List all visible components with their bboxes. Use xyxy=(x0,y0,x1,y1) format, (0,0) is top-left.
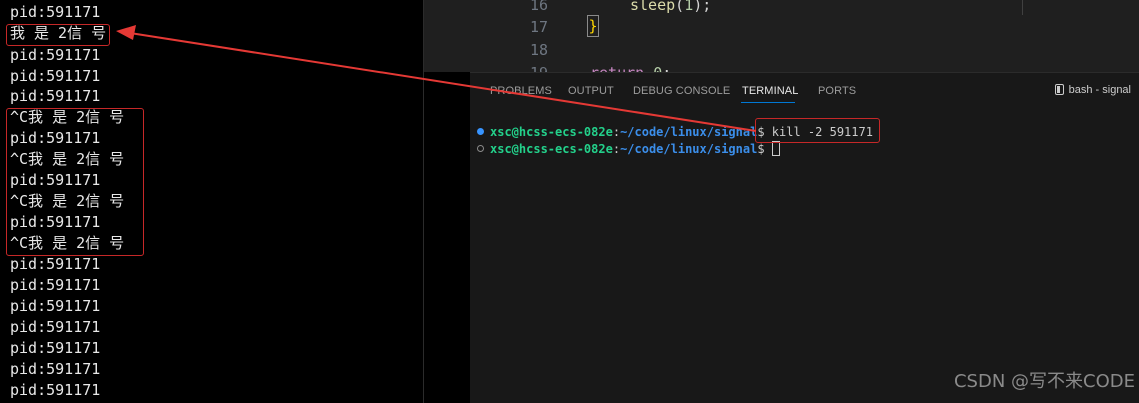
code-token-keyword: return xyxy=(590,64,644,72)
terminal-instance-name: bash - signal xyxy=(1068,84,1131,96)
line-number: 19 xyxy=(494,62,548,72)
panel-tabs: PROBLEMS OUTPUT DEBUG CONSOLE TERMINAL P… xyxy=(470,73,1139,109)
highlight-box-kill-command xyxy=(755,118,880,143)
terminal-output-line: pid:591171 xyxy=(10,318,101,336)
terminal-output-line: pid:591171 xyxy=(10,3,101,21)
line-number: 17 xyxy=(529,18,548,36)
tab-ports[interactable]: PORTS xyxy=(818,85,856,97)
prompt-user-host: xsc@hcss-ecs-082e xyxy=(490,142,613,156)
terminal-instance-label[interactable]: bash - signal xyxy=(1054,84,1131,96)
active-tab-indicator xyxy=(741,102,795,103)
prompt-command xyxy=(765,142,772,156)
command-idle-icon[interactable] xyxy=(477,145,484,152)
highlight-box-first-signal xyxy=(6,24,110,46)
terminal-output-line: pid:591171 xyxy=(10,381,101,399)
terminal-output-line: pid:591171 xyxy=(10,46,101,64)
watermark: CSDN @写不来CODE xyxy=(953,371,1135,392)
prompt-user-host: xsc@hcss-ecs-082e xyxy=(490,125,613,139)
line-number: 16 xyxy=(529,0,548,14)
tab-problems[interactable]: PROBLEMS xyxy=(490,85,552,97)
screenshot-root: pid:591171 我 是 2信 号 pid:591171 pid:59117… xyxy=(0,0,1139,403)
code-token-number: 1 xyxy=(684,0,694,14)
code-line-sleep: sleep(1); xyxy=(630,0,711,16)
terminal-output-line: pid:591171 xyxy=(10,297,101,315)
terminal-output-line: pid:591171 xyxy=(10,255,101,273)
prompt-path: ~/code/linux/signal xyxy=(620,142,758,156)
code-editor[interactable]: 16 17 18 19 sleep(1); } return 0; xyxy=(424,0,1139,72)
code-token-punct: ; xyxy=(662,64,671,72)
prompt-path: ~/code/linux/signal xyxy=(620,125,758,139)
code-line-return: return 0; xyxy=(590,62,671,72)
terminal-cursor[interactable] xyxy=(771,141,780,156)
command-success-icon[interactable] xyxy=(477,128,484,135)
prompt-dollar: $ xyxy=(757,142,765,156)
code-token-number: 0 xyxy=(653,64,662,72)
tab-terminal[interactable]: TERMINAL xyxy=(742,85,798,97)
terminal-output-line: pid:591171 xyxy=(10,339,101,357)
terminal-output-line: pid:591171 xyxy=(10,67,101,85)
prompt-colon: : xyxy=(612,125,621,139)
terminal-output-line: pid:591171 xyxy=(10,87,101,105)
terminal-icon xyxy=(1054,84,1064,95)
line-number: 18 xyxy=(529,41,548,59)
terminal-output-line: pid:591171 xyxy=(10,276,101,294)
tab-debug-console[interactable]: DEBUG CONSOLE xyxy=(633,85,730,97)
prompt-colon: : xyxy=(612,142,621,156)
code-token-punct: ( xyxy=(675,0,685,14)
indent-guide xyxy=(1022,0,1023,15)
highlight-box-ctrl-c-signals xyxy=(6,108,144,256)
terminal-output-line: pid:591171 xyxy=(10,360,101,378)
code-token-punct: ); xyxy=(693,0,712,14)
code-token-fn: sleep xyxy=(630,0,676,14)
terminal-prompt-line[interactable]: xsc@hcss-ecs-082e:~/code/linux/signal$ xyxy=(477,140,780,158)
tab-output[interactable]: OUTPUT xyxy=(568,85,614,97)
matched-brace: } xyxy=(587,15,599,37)
